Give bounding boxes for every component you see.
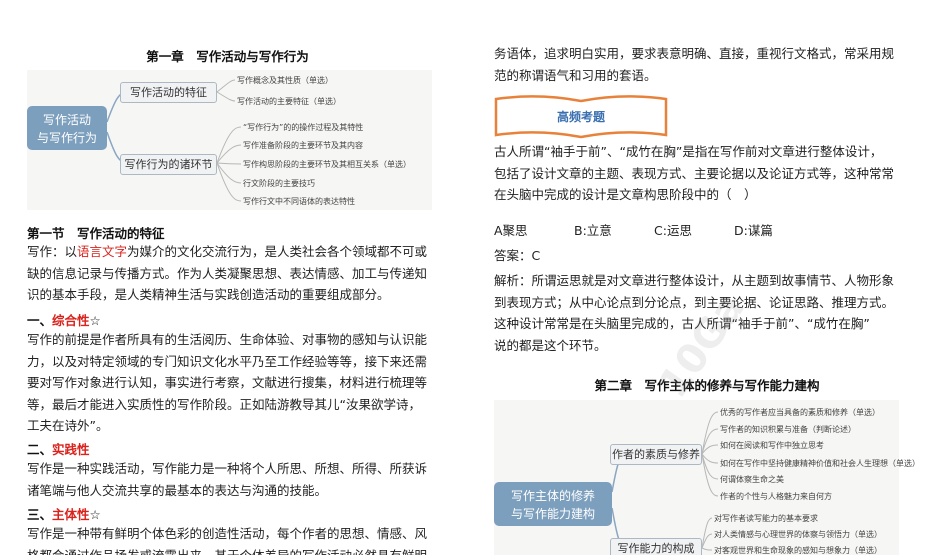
- mindmap-center: 写作主体的修养 与写作能力建构: [494, 482, 612, 526]
- mindmap-branch: 写作能力的构成: [610, 538, 702, 555]
- mindmap-leaf: 对客观世界和生命现象的感知与想象力（单选）: [714, 546, 882, 555]
- star-icon: ☆: [89, 313, 101, 328]
- definition-line: 缺的信息记录与传播方式。作为人类凝聚思想、表达情感、加工与传递知: [27, 265, 428, 281]
- banner-label: 高频考题: [556, 110, 605, 124]
- practice-paragraph: 写作是一种实践活动，写作能力是一种将个人所思、所想、所得、所获诉 诸笔端与他人交…: [27, 458, 447, 501]
- right-column: 务语体，追求明白实用，要求表意明确、直接，重视行文格式，常采用规 范的称谓语气和…: [480, 0, 934, 555]
- paragraph-line: 力，以及对特定领域的专门知识文化水平乃至工作经验等等，接下来还需: [27, 353, 428, 369]
- paragraph-line: 古人所谓“袖手于前”、“成竹在胸”是指在写作前对文章进行整体设计，: [494, 144, 883, 159]
- paragraph-line: 要对写作对象进行认知，事实进行考察，文献进行搜集，材料进行梳理等: [27, 375, 428, 390]
- subheading-number: 一、: [27, 313, 53, 328]
- mindmap-leaf: 写作构思阶段的主要环节及其相互关系（单选）: [243, 160, 411, 169]
- mindmap-branch: 写作行为的诸环节: [120, 154, 217, 175]
- subjectivity-paragraph: 写作是一种带有鲜明个体色彩的创造性活动，每个作者的思想、情感、风 格都会通过作品…: [27, 523, 447, 555]
- paragraph-line: 等，最后才能进入实质性的写作阶段。正如陆游教导其儿“汝果欲学诗，: [27, 396, 421, 412]
- mindmap-leaf: 何谓体察生命之美: [720, 475, 784, 484]
- subheading-keyword: 实践性: [52, 442, 90, 457]
- mindmap-leaf: 写作概念及其性质（单选）: [237, 76, 333, 85]
- option-b: B:立意: [574, 223, 612, 238]
- paragraph-line: 诸笔端与他人交流共享的最基本的表达与沟通的技能。: [27, 482, 328, 498]
- mindmap-leaf: 优秀的写作者应当具备的素质和修养（单选）: [720, 408, 880, 417]
- subheading-subjectivity: 三、主体性☆: [27, 504, 101, 523]
- paragraph-line: 在头脑中完成的设计是文章构思阶段中的（ ）: [494, 187, 757, 202]
- answer-line: 答案：C: [494, 248, 541, 263]
- subheading-keyword: 主体性: [52, 507, 90, 522]
- section-title: 第一节 写作活动的特征: [27, 226, 165, 241]
- answer-options: A聚思 B:立意 C:运思 D:谋篇: [494, 220, 814, 239]
- option-a: A聚思: [494, 223, 528, 238]
- subheading-comprehensive: 一、综合性☆: [27, 310, 101, 329]
- mindmap-center-line: 与写作行为: [36, 131, 97, 145]
- mindmap-leaf: 对写作者读写能力的基本要求: [714, 514, 818, 523]
- comprehensive-paragraph: 写作的前提是作者所具有的生活阅历、生命体验、对事物的感知与认识能 力，以及对特定…: [27, 329, 447, 437]
- subheading-number: 二、: [27, 442, 53, 457]
- chapter-title: 第一章 写作活动与写作行为: [146, 49, 309, 64]
- mindmap-leaf: 写作准备阶段的主要环节及其内容: [243, 141, 363, 150]
- paragraph-line: 范的称谓语气和习用的套语。: [494, 67, 657, 83]
- paragraph-line: 包括了设计文章的主题、表现方式、主要论据以及论证方式等，这种常常: [494, 165, 895, 181]
- mindmap-chapter1: 写作活动 与写作行为 写作活动的特征 写作行为的诸环节 写作概念及其性质（单选）…: [27, 70, 432, 210]
- subheading-practice: 二、实践性: [27, 439, 90, 458]
- answer-text: 答案：C: [494, 245, 924, 267]
- mindmap-leaf: 行文阶段的主要技巧: [243, 179, 315, 188]
- mindmap-branch: 写作活动的特征: [120, 82, 217, 103]
- mindmap-center: 写作活动 与写作行为: [27, 106, 107, 150]
- mindmap-leaf: 对人类情感与心理世界的体察与领悟力（单选）: [714, 530, 882, 539]
- mindmap-leaf: 写作行文中不同语体的表达特性: [243, 197, 355, 206]
- paragraph-line: 格都会通过作品扬发或流露出来，甚于个体差异的写作活动必然具有鲜明: [27, 547, 428, 555]
- subheading-number: 三、: [27, 507, 53, 522]
- paragraph-line: 工夫在诗外”。: [27, 418, 109, 433]
- paragraph-line: 写作的前提是作者所具有的生活阅历、生命体验、对事物的感知与认识能: [27, 332, 428, 347]
- mindmap-branch: 作者的素质与修养: [610, 444, 702, 465]
- mindmap-leaf: 写作者的知识积累与准备（判断论述）: [720, 425, 856, 434]
- definition-paragraph: 写作：以语言文字为媒介的文化交流行为，是人类社会各个领域都不可或 缺的信息记录与…: [27, 241, 447, 306]
- paragraph-line: 解析：所谓运思就是对文章进行整体设计，从主题到故事情节、人物形象: [494, 273, 895, 288]
- question-paragraph: 古人所谓“袖手于前”、“成竹在胸”是指在写作前对文章进行整体设计， 包括了设计文…: [494, 141, 924, 206]
- mindmap-center-line: 写作主体的修养: [510, 489, 595, 503]
- star-icon: ☆: [89, 507, 101, 522]
- mindmap-leaf: 如何在阅读和写作中独立思考: [720, 441, 824, 450]
- mindmap-leaf: 写作活动的主要特征（单选）: [237, 97, 341, 106]
- definition-keyword: 语言文字: [77, 244, 128, 259]
- mindmap-chapter2: 写作主体的修养 与写作能力建构 作者的素质与修养 写作能力的构成 优秀的写作者应…: [494, 400, 920, 555]
- paragraph-line: 写作是一种实践活动，写作能力是一种将个人所思、所想、所得、所获诉: [27, 461, 428, 476]
- definition-line: 写作：以语言文字为媒介的文化交流行为，是人类社会各个领域都不可或: [27, 241, 447, 263]
- option-d: D:谋篇: [734, 223, 773, 238]
- left-column: 第一章 写作活动与写作行为 写作活动 与写作行为 写作活动的特征 写作行为的诸环…: [0, 0, 455, 555]
- mindmap-leaf: “写作行为”的的操作过程及其特性: [243, 123, 364, 132]
- definition-prefix: 写作：以: [27, 244, 78, 259]
- definition-line: 识的基本手段，是人类精神生活与实践创造活动的重要组成部分。: [27, 287, 390, 302]
- definition-rest: 为媒介的文化交流行为，是人类社会各个领域都不可或: [127, 244, 428, 259]
- mindmap-leaf: 作者的个性与人格魅力来自何方: [720, 492, 832, 501]
- subheading-keyword: 综合性: [52, 313, 90, 328]
- mindmap-center-line: 写作活动: [42, 113, 91, 127]
- mindmap-leaf: 如何在写作中坚持健康精神价值和社会人生理想（单选）: [720, 459, 920, 468]
- paragraph-line: 务语体，追求明白实用，要求表意明确、直接，重视行文格式，常采用规: [494, 46, 895, 61]
- paragraph-line: 写作是一种带有鲜明个体色彩的创造性活动，每个作者的思想、情感、风: [27, 526, 428, 541]
- carryover-paragraph: 务语体，追求明白实用，要求表意明确、直接，重视行文格式，常采用规 范的称谓语气和…: [494, 43, 924, 86]
- mindmap-center-line: 与写作能力建构: [510, 507, 595, 521]
- option-c: C:运思: [654, 223, 692, 238]
